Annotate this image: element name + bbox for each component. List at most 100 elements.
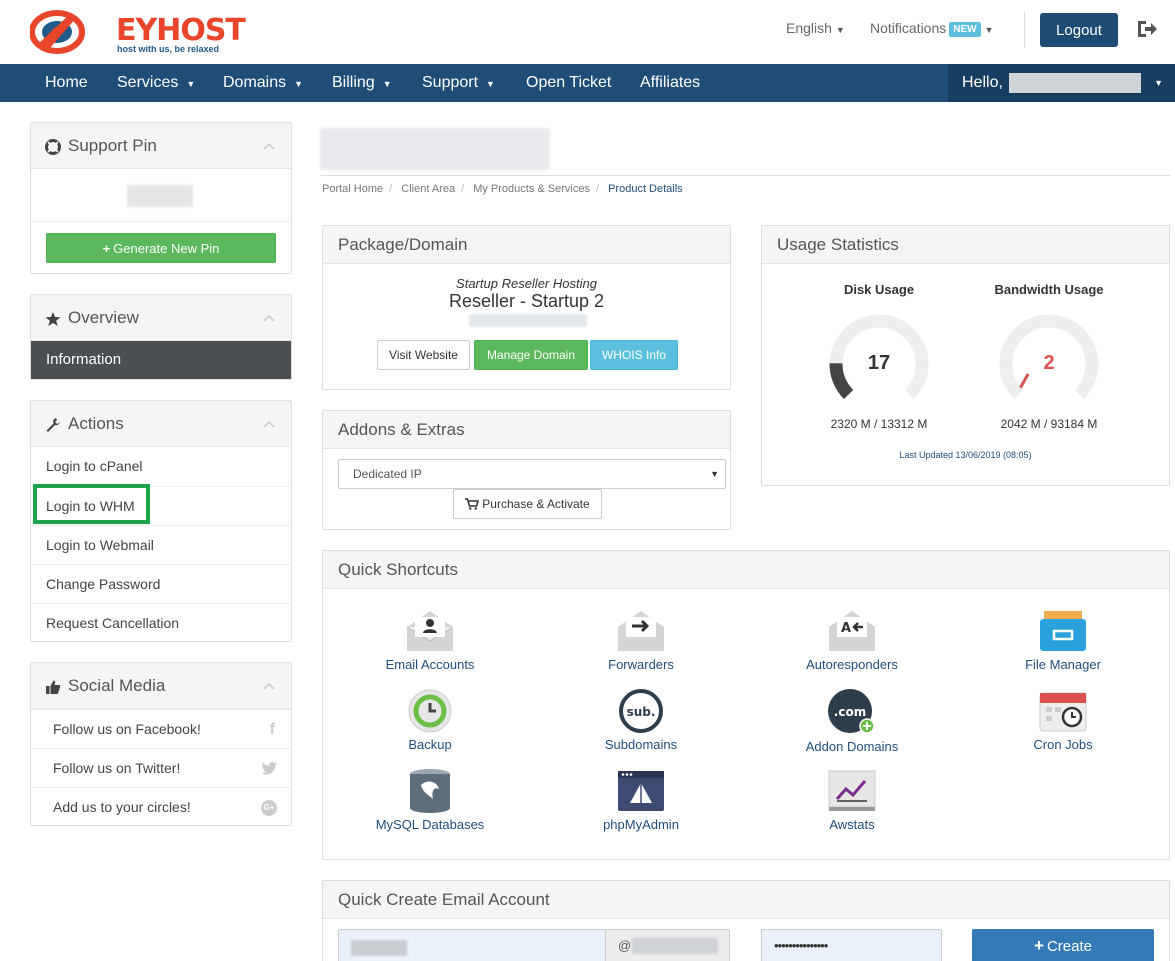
email-password-input[interactable]: •••••••••••••••: [761, 929, 942, 961]
chevron-up-icon[interactable]: [263, 314, 275, 322]
overview-panel: Overview Information: [30, 294, 292, 380]
nav-label: Affiliates: [640, 74, 701, 91]
disk-usage-label: Disk Usage: [843, 282, 915, 297]
shortcut-cron-jobs[interactable]: Cron Jobs: [973, 689, 1153, 752]
support-pin-redacted: [127, 185, 193, 207]
nav-home[interactable]: Home: [45, 64, 88, 102]
facebook-icon: f: [269, 721, 275, 738]
addon-domains-icon: .com: [828, 689, 875, 734]
shortcut-label: phpMyAdmin: [603, 817, 679, 832]
purchase-activate-button[interactable]: Purchase & Activate: [453, 489, 602, 519]
card-title: Usage Statistics: [762, 226, 1169, 264]
sidebar-item-information[interactable]: Information: [31, 341, 291, 379]
page-title-redacted: [320, 128, 550, 170]
social-facebook-link[interactable]: Follow us on Facebook! f: [31, 709, 291, 748]
nav-services[interactable]: Services ▼: [117, 64, 195, 102]
language-selector[interactable]: English ▼: [786, 20, 845, 36]
action-request-cancellation[interactable]: Request Cancellation: [31, 603, 291, 642]
last-updated: Last Updated 13/06/2019 (08:05): [899, 450, 1032, 460]
file-manager-icon: [1040, 611, 1086, 651]
panel-header[interactable]: Support Pin: [31, 123, 291, 169]
create-email-button[interactable]: + Create: [972, 929, 1154, 961]
panel-header[interactable]: Actions: [31, 401, 291, 447]
nav-label: Support: [422, 74, 479, 91]
plus-icon: +: [1034, 936, 1044, 955]
shortcut-backup[interactable]: Backup: [340, 689, 520, 752]
nav-support[interactable]: Support ▼: [422, 64, 495, 102]
social-media-panel: Social Media Follow us on Facebook! f Fo…: [30, 662, 292, 826]
mysql-icon: [410, 769, 450, 813]
link-label: Add us to your circles!: [53, 799, 191, 815]
generate-pin-button[interactable]: + Generate New Pin: [46, 233, 276, 263]
bandwidth-usage-detail: 2042 M / 93184 M: [1000, 417, 1098, 431]
backup-icon: [408, 689, 452, 733]
whois-info-button[interactable]: WHOIS Info: [590, 340, 678, 370]
package-group: Startup Reseller Hosting: [456, 276, 597, 291]
panel-header[interactable]: Social Media: [31, 663, 291, 709]
shortcut-file-manager[interactable]: File Manager: [973, 609, 1153, 672]
highlight-box: [33, 484, 150, 524]
cron-jobs-icon: [1039, 692, 1087, 732]
shortcut-label: Forwarders: [608, 657, 674, 672]
nav-affiliates[interactable]: Affiliates: [640, 64, 700, 102]
sign-out-icon[interactable]: [1136, 19, 1158, 39]
nav-open-ticket[interactable]: Open Ticket: [526, 64, 611, 102]
shortcut-email-accounts[interactable]: Email Accounts: [340, 609, 520, 672]
logout-button[interactable]: Logout: [1040, 13, 1118, 47]
bandwidth-usage-label: Bandwidth Usage: [994, 282, 1104, 297]
breadcrumb-product-details: Product Details: [608, 183, 683, 195]
shortcut-autoresponders[interactable]: A Autoresponders: [762, 609, 942, 672]
card-title: Package/Domain: [323, 226, 730, 264]
panel-title: Social Media: [68, 676, 166, 695]
thumbs-up-icon: [46, 680, 61, 694]
shortcut-forwarders[interactable]: Forwarders: [551, 609, 731, 672]
panel-title: Actions: [68, 414, 124, 433]
chevron-down-icon: ▼: [984, 25, 994, 35]
nav-domains[interactable]: Domains ▼: [223, 64, 303, 102]
chevron-down-icon: ▼: [1154, 78, 1163, 88]
google-plus-icon: G+: [261, 800, 277, 816]
domain-redacted: [469, 314, 587, 327]
package-domain-card: Package/Domain Startup Reseller Hosting …: [322, 225, 731, 390]
chevron-up-icon[interactable]: [263, 682, 275, 690]
user-menu[interactable]: Hello, ▼: [948, 64, 1175, 102]
hello-label: Hello,: [962, 74, 1003, 91]
shortcut-label: Subdomains: [604, 737, 678, 752]
shortcut-phpmyadmin[interactable]: phpMyAdmin: [551, 769, 731, 832]
button-label: Generate New Pin: [113, 240, 220, 256]
manage-domain-button[interactable]: Manage Domain: [474, 340, 588, 370]
visit-website-button[interactable]: Visit Website: [377, 340, 470, 370]
nav-billing[interactable]: Billing ▼: [332, 64, 392, 102]
social-twitter-link[interactable]: Follow us on Twitter!: [31, 748, 291, 787]
shortcut-awstats[interactable]: Awstats: [762, 769, 942, 832]
chevron-up-icon[interactable]: [263, 420, 275, 428]
email-username-input[interactable]: [338, 929, 606, 961]
chevron-down-icon: ▼: [186, 79, 196, 89]
select-value: Dedicated IP: [353, 467, 422, 481]
action-login-webmail[interactable]: Login to Webmail: [31, 525, 291, 564]
breadcrumb-portal-home[interactable]: Portal Home: [322, 183, 383, 195]
svg-text:A: A: [841, 621, 851, 636]
action-login-cpanel[interactable]: Login to cPanel: [31, 447, 291, 486]
chevron-up-icon[interactable]: [263, 142, 275, 150]
subdomains-icon-text: sub.: [627, 705, 656, 719]
notifications-dropdown[interactable]: Notifications NEW ▼: [870, 20, 994, 37]
chevron-down-icon: ▼: [710, 469, 719, 479]
phpmyadmin-icon: [618, 771, 664, 811]
breadcrumb-client-area[interactable]: Client Area: [401, 183, 455, 195]
email-accounts-icon: [406, 611, 454, 651]
shortcut-label: Email Accounts: [385, 657, 475, 672]
panel-header[interactable]: Overview: [31, 295, 291, 341]
action-change-password[interactable]: Change Password: [31, 564, 291, 603]
shortcut-label: Awstats: [829, 817, 875, 832]
autoresponders-icon: A: [829, 611, 875, 651]
title-divider: [320, 175, 1170, 176]
shortcut-subdomains[interactable]: sub. Subdomains: [551, 689, 731, 752]
breadcrumb-my-products[interactable]: My Products & Services: [473, 183, 590, 195]
brand-logo[interactable]: EYHOST host with us, be relaxed: [29, 6, 246, 56]
shortcut-addon-domains[interactable]: .com Addon Domains: [762, 689, 942, 754]
shortcut-mysql-databases[interactable]: MySQL Databases: [340, 769, 520, 832]
social-googleplus-link[interactable]: Add us to your circles! G+: [31, 787, 291, 826]
chevron-down-icon: ▼: [486, 79, 495, 89]
addon-select[interactable]: Dedicated IP ▼: [338, 459, 726, 489]
